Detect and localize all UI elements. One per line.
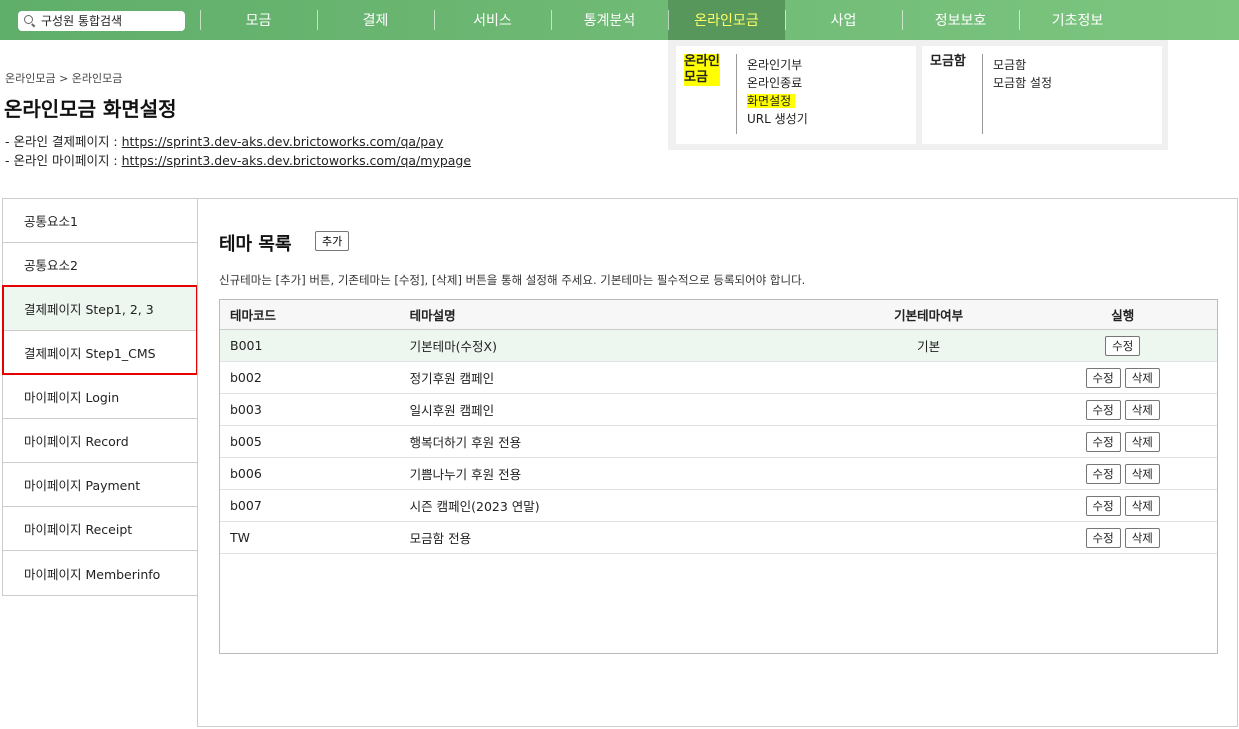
mypage-link[interactable]: https://sprint3.dev-aks.dev.brictoworks.…	[122, 153, 471, 168]
page-title: 온라인모금 화면설정	[4, 97, 177, 121]
cell-theme-code: b005	[230, 434, 262, 449]
top-navigation-bar: 모금 결제 서비스 통계분석 온라인모금 사업 정보보호 기초정보	[0, 0, 1239, 40]
table-header: 테마코드 테마설명 기본테마여부 실행	[220, 300, 1217, 330]
table-row[interactable]: b003 일시후원 캠페인 수정 삭제	[220, 394, 1217, 426]
cell-theme-description: 정기후원 캠페인	[409, 371, 495, 386]
edit-button[interactable]: 수정	[1085, 367, 1121, 388]
cell-theme-code: b006	[230, 466, 262, 481]
sidebar: 공통요소1 공통요소2 결제페이지 Step1, 2, 3 결제페이지 Step…	[2, 198, 198, 596]
sidebar-item-mypage-record[interactable]: 마이페이지 Record	[3, 419, 198, 463]
edit-button[interactable]: 수정	[1085, 527, 1121, 548]
dropdown-item-url-generator[interactable]: URL 생성기	[747, 110, 808, 128]
pay-page-link[interactable]: https://sprint3.dev-aks.dev.brictoworks.…	[122, 134, 444, 149]
cell-default-theme: 기본	[917, 339, 941, 354]
cell-theme-description: 행복더하기 후원 전용	[409, 435, 522, 450]
cell-theme-description: 모금함 전용	[409, 531, 472, 546]
column-header-code: 테마코드	[230, 308, 277, 323]
column-header-description: 테마설명	[409, 308, 456, 323]
nav-item-service[interactable]: 서비스	[434, 0, 551, 40]
cell-theme-description: 기본테마(수정X)	[409, 339, 497, 354]
nav-item-fundraising[interactable]: 모금	[200, 0, 317, 40]
main-menu: 모금 결제 서비스 통계분석 온라인모금 사업 정보보호 기초정보	[200, 0, 1136, 40]
sidebar-item-mypage-memberinfo[interactable]: 마이페이지 Memberinfo	[3, 551, 198, 595]
edit-button[interactable]: 수정	[1105, 335, 1141, 356]
table-row[interactable]: b002 정기후원 캠페인 수정 삭제	[220, 362, 1217, 394]
section-description: 신규테마는 [추가] 버튼, 기존테마는 [수정], [삭제] 버튼을 통해 설…	[219, 273, 806, 287]
cell-actions: 수정 삭제	[1028, 463, 1217, 484]
cell-theme-code: b003	[230, 402, 262, 417]
cell-theme-description: 기쁨나누기 후원 전용	[409, 467, 522, 482]
breadcrumb: 온라인모금 > 온라인모금	[5, 72, 123, 85]
table-row[interactable]: B001 기본테마(수정X) 기본 수정	[220, 330, 1217, 362]
delete-button[interactable]: 삭제	[1124, 527, 1160, 548]
sidebar-item-mypage-payment[interactable]: 마이페이지 Payment	[3, 463, 198, 507]
column-header-action: 실행	[1111, 308, 1135, 323]
cell-theme-code: B001	[230, 338, 263, 353]
nav-item-online-fundraising[interactable]: 온라인모금	[668, 0, 785, 40]
dropdown-item-online-closed[interactable]: 온라인종료	[747, 74, 808, 92]
divider	[736, 54, 737, 134]
nav-item-privacy[interactable]: 정보보호	[902, 0, 1019, 40]
cell-theme-code: TW	[230, 530, 250, 545]
nav-item-business[interactable]: 사업	[785, 0, 902, 40]
dropdown-item-fundbox-settings[interactable]: 모금함 설정	[993, 74, 1052, 92]
table-row[interactable]: b006 기쁨나누기 후원 전용 수정 삭제	[220, 458, 1217, 490]
theme-table: 테마코드 테마설명 기본테마여부 실행 B001 기본테마(수정X) 기본 수정 b00…	[219, 299, 1218, 654]
nav-item-statistics[interactable]: 통계분석	[551, 0, 668, 40]
cell-theme-description: 시즌 캠페인(2023 연말)	[409, 499, 540, 514]
cell-theme-code: b007	[230, 498, 262, 513]
sidebar-item-mypage-login[interactable]: 마이페이지 Login	[3, 375, 198, 419]
cell-actions: 수정 삭제	[1028, 495, 1217, 516]
pay-page-info: - 온라인 결제페이지 : https://sprint3.dev-aks.de…	[5, 134, 444, 149]
nav-dropdown-menu: 온라인 모금 온라인기부 온라인종료 화면설정 URL 생성기 모금함 모금함 …	[668, 40, 1168, 150]
search-input[interactable]	[41, 14, 181, 28]
dropdown-list: 모금함 모금함 설정	[993, 56, 1052, 92]
dropdown-list: 온라인기부 온라인종료 화면설정 URL 생성기	[747, 56, 808, 128]
edit-button[interactable]: 수정	[1085, 431, 1121, 452]
cell-actions: 수정 삭제	[1028, 431, 1217, 452]
table-row[interactable]: TW 모금함 전용 수정 삭제	[220, 522, 1217, 554]
highlight-box	[2, 285, 198, 375]
table-body: B001 기본테마(수정X) 기본 수정 b002 정기후원 캠페인 수정 삭제 b003 일시후…	[220, 330, 1217, 554]
dropdown-group-fundbox: 모금함 모금함 모금함 설정	[922, 46, 1162, 144]
sidebar-item-common1[interactable]: 공통요소1	[3, 199, 198, 243]
main-panel: 테마 목록 추가 신규테마는 [추가] 버튼, 기존테마는 [수정], [삭제]…	[197, 198, 1238, 727]
edit-button[interactable]: 수정	[1085, 463, 1121, 484]
add-theme-button[interactable]: 추가	[315, 231, 350, 251]
cell-theme-code: b002	[230, 370, 262, 385]
delete-button[interactable]: 삭제	[1124, 463, 1160, 484]
cell-actions: 수정 삭제	[1028, 399, 1217, 420]
mypage-info: - 온라인 마이페이지 : https://sprint3.dev-aks.de…	[5, 153, 472, 168]
divider	[982, 54, 983, 134]
edit-button[interactable]: 수정	[1085, 495, 1121, 516]
search-icon	[24, 15, 36, 27]
cell-actions: 수정	[1028, 335, 1217, 356]
dropdown-item-online-donation[interactable]: 온라인기부	[747, 56, 808, 74]
delete-button[interactable]: 삭제	[1124, 367, 1160, 388]
table-row[interactable]: b005 행복더하기 후원 전용 수정 삭제	[220, 426, 1217, 458]
dropdown-group-title[interactable]: 모금함	[930, 54, 966, 70]
cell-theme-description: 일시후원 캠페인	[409, 403, 495, 418]
dropdown-item-screen-settings[interactable]: 화면설정	[747, 92, 808, 110]
section-title: 테마 목록	[219, 234, 292, 255]
table-row[interactable]: b007 시즌 캠페인(2023 연말) 수정 삭제	[220, 490, 1217, 522]
sidebar-item-common2[interactable]: 공통요소2	[3, 243, 198, 287]
delete-button[interactable]: 삭제	[1124, 399, 1160, 420]
dropdown-group-online: 온라인 모금 온라인기부 온라인종료 화면설정 URL 생성기	[676, 46, 916, 144]
dropdown-group-title[interactable]: 온라인 모금	[684, 54, 720, 86]
search-box[interactable]	[18, 11, 185, 31]
delete-button[interactable]: 삭제	[1124, 495, 1160, 516]
nav-item-basic-info[interactable]: 기초정보	[1019, 0, 1136, 40]
cell-actions: 수정 삭제	[1028, 527, 1217, 548]
sidebar-item-mypage-receipt[interactable]: 마이페이지 Receipt	[3, 507, 198, 551]
edit-button[interactable]: 수정	[1085, 399, 1121, 420]
nav-item-payment[interactable]: 결제	[317, 0, 434, 40]
dropdown-item-fundbox[interactable]: 모금함	[993, 56, 1052, 74]
column-header-default: 기본테마여부	[894, 308, 964, 323]
delete-button[interactable]: 삭제	[1124, 431, 1160, 452]
cell-actions: 수정 삭제	[1028, 367, 1217, 388]
